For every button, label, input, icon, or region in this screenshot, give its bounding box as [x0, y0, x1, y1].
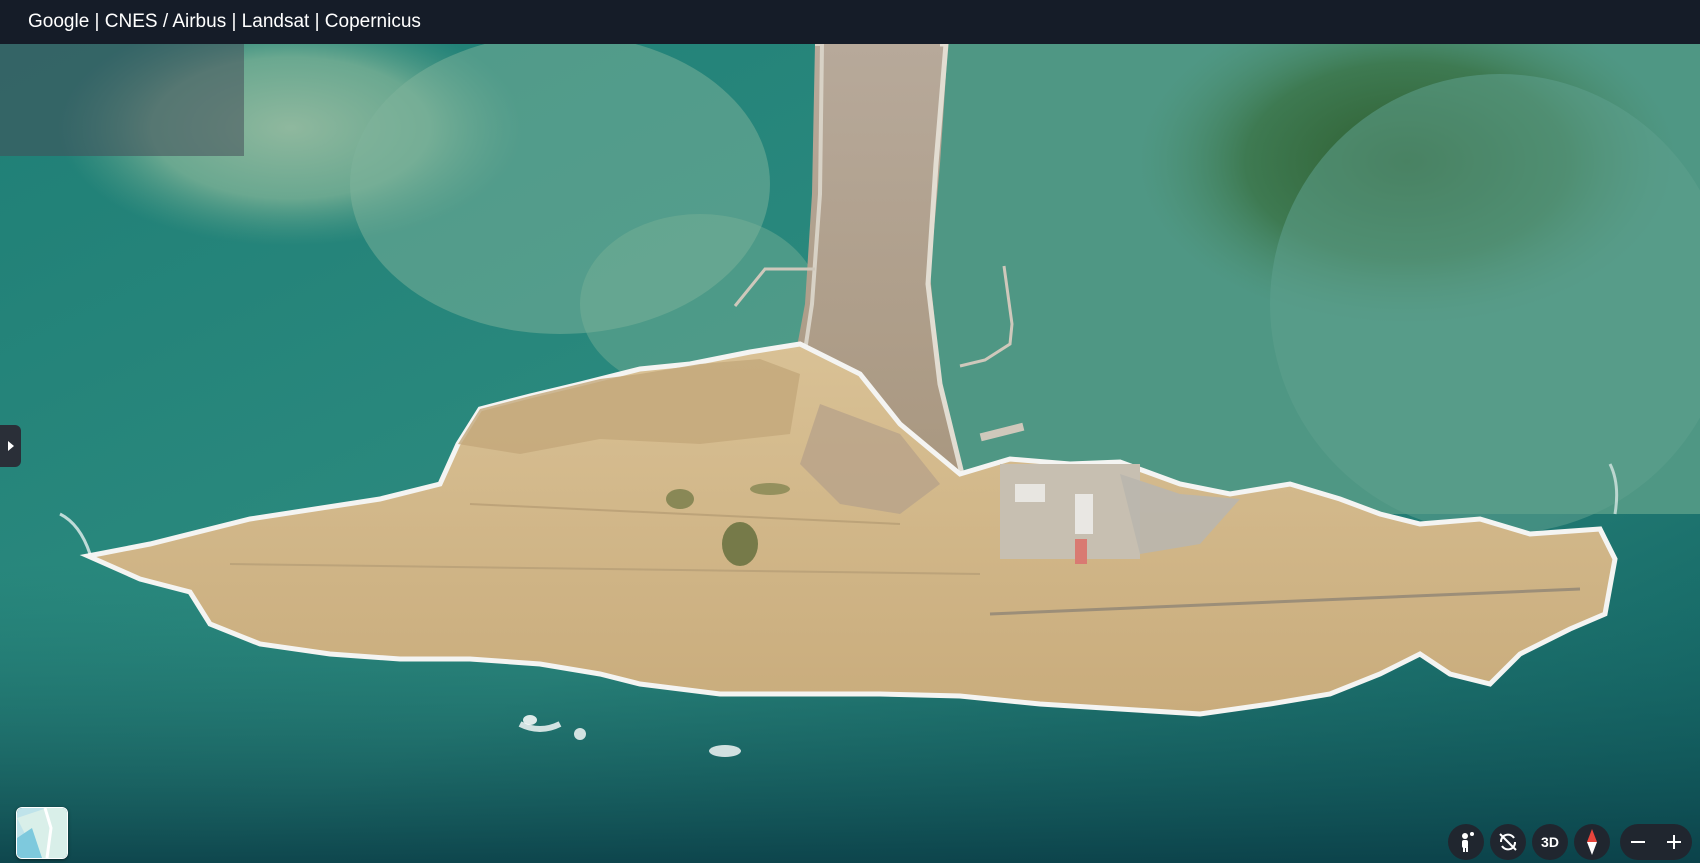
tilt-rotate-button[interactable] — [1490, 824, 1526, 860]
compass-needle-icon — [1587, 829, 1597, 855]
satellite-map-canvas[interactable] — [0, 44, 1700, 863]
rotate-disabled-icon — [1499, 833, 1517, 851]
side-panel-toggle-button[interactable] — [0, 425, 21, 467]
zoom-out-button[interactable] — [1620, 824, 1656, 860]
chevron-right-icon — [7, 441, 14, 451]
minus-icon — [1631, 841, 1645, 843]
map-attribution: Google | CNES / Airbus | Landsat | Coper… — [0, 0, 1700, 44]
zoom-in-button[interactable] — [1656, 824, 1692, 860]
map-controls: 3D — [1448, 824, 1700, 860]
map-layer-thumbnail-icon — [17, 808, 67, 858]
street-view-pegman-button[interactable] — [1448, 824, 1484, 860]
layer-switcher-thumbnail[interactable] — [16, 807, 68, 859]
side-panel-placeholder — [0, 44, 244, 156]
plus-icon — [1667, 835, 1681, 849]
view-3d-button[interactable]: 3D — [1532, 824, 1568, 860]
zoom-controls — [1620, 824, 1692, 860]
compass-button[interactable] — [1574, 824, 1610, 860]
street-view-person-icon — [1462, 832, 1474, 852]
